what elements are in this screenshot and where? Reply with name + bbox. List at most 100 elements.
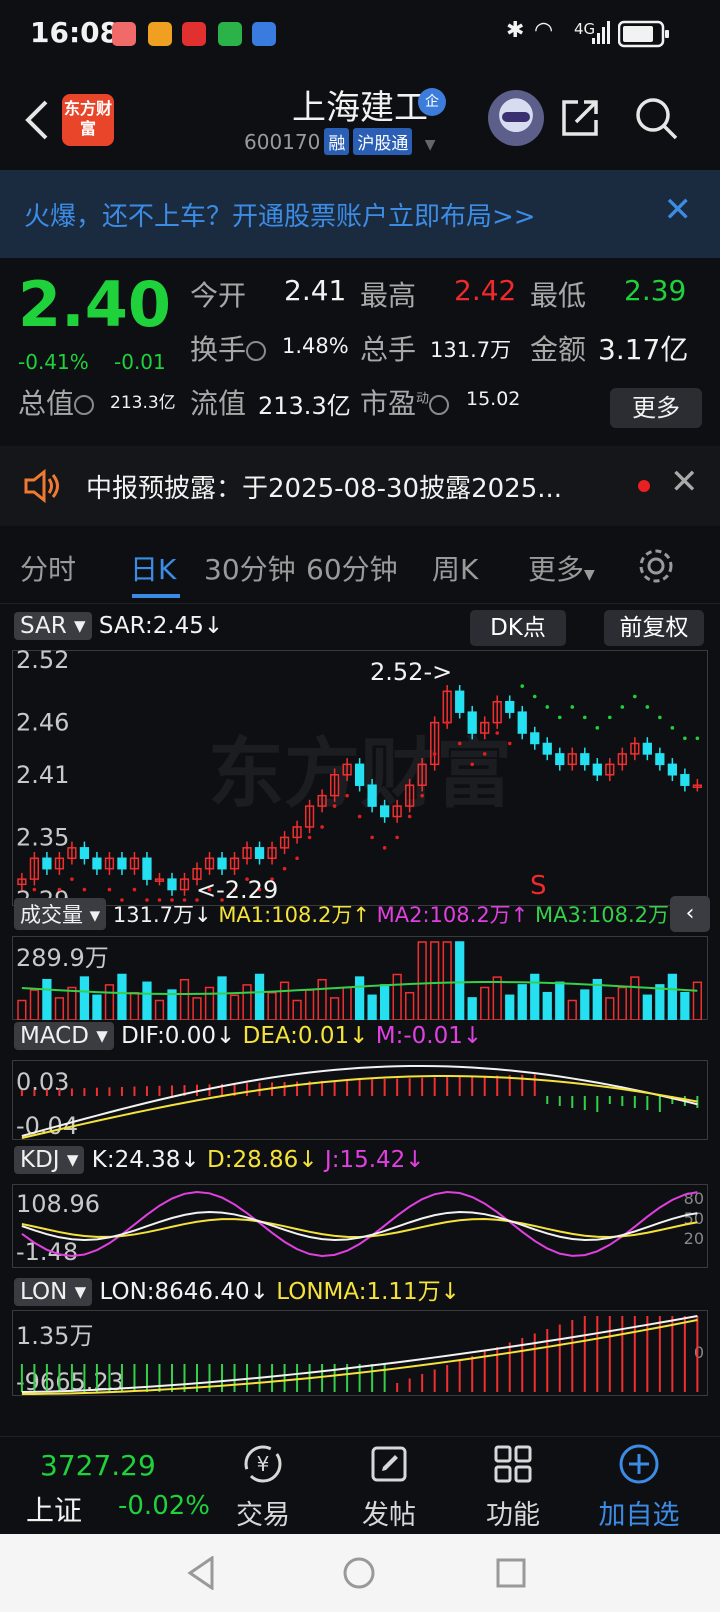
clock: 16:08 <box>30 16 120 49</box>
collapse-button[interactable]: ‹ <box>670 896 710 932</box>
notice-text[interactable]: 中报预披露：于2025-08-30披露2025... <box>86 468 562 505</box>
tab-30min[interactable]: 30分钟 <box>204 548 296 588</box>
volume-bar <box>204 986 215 1020</box>
trade-button[interactable]: ¥ 交易 <box>208 1443 318 1532</box>
lonma-value: LONMA:1.11万↓ <box>276 1279 460 1305</box>
app-notification-icon <box>252 22 276 46</box>
index-change[interactable]: -0.02% <box>118 1491 210 1521</box>
banner-text[interactable]: 火爆，还不上车？开通股票账户立即布局>> <box>24 196 536 233</box>
open-value: 2.41 <box>284 274 347 307</box>
volume-bar <box>405 991 415 1020</box>
volume-bar <box>580 989 590 1020</box>
volume-value: 131.7万 <box>430 338 512 362</box>
candle-body <box>117 857 127 870</box>
system-back-icon[interactable] <box>186 1556 216 1590</box>
volume-bar <box>317 978 327 1020</box>
macd-dif: DIF:0.00↓ <box>121 1023 236 1049</box>
search-icon[interactable] <box>632 94 680 142</box>
dk-point-button[interactable]: DK点 <box>470 610 566 646</box>
volume-bar <box>192 997 202 1020</box>
candlestick-chart[interactable]: 东方财富2.522.462.412.352.292.52-><-2.29 S <box>12 650 708 906</box>
main-indicator-select[interactable]: SAR ▾ <box>14 612 92 640</box>
system-recents-icon[interactable] <box>496 1558 526 1588</box>
volume-bar <box>254 973 265 1020</box>
change-pct: -0.41% <box>18 350 89 374</box>
lon-right-tick: 0 <box>694 1343 704 1362</box>
close-icon[interactable]: ✕ <box>670 462 699 502</box>
volume-value: 131.7万↓ <box>112 903 212 927</box>
volume-bar <box>292 999 302 1020</box>
kline-chart-area[interactable]: SAR ▾ SAR:2.45↓ DK点 前复权 东方财富 2.52 2.46 2.41… <box>0 604 720 1436</box>
sar-dot <box>670 726 675 730</box>
wifi-icon: ◠ <box>534 18 554 43</box>
sar-dot <box>370 835 374 840</box>
kdj-indicator-row: KDJ ▾ K:24.38↓ D:28.86↓ J:15.42↓ <box>14 1146 425 1174</box>
kdj-chart[interactable]: 108.96-1.48805020 <box>12 1184 708 1268</box>
candle-body <box>530 732 540 745</box>
index-value[interactable]: 3727.29 <box>40 1449 156 1482</box>
info-icon[interactable] <box>429 395 450 415</box>
share-icon[interactable] <box>556 94 604 142</box>
macd-dif-line <box>21 1065 698 1137</box>
candle-body <box>455 690 465 713</box>
info-icon[interactable] <box>74 395 95 415</box>
candle-body <box>79 847 90 860</box>
lon-chart[interactable]: 1.35万-9665.230 <box>12 1310 708 1396</box>
y-tick-label: 2.52 <box>16 650 69 674</box>
stock-code-row[interactable]: 600170 融沪股通 ▼ <box>244 128 436 155</box>
lon-indicator-select[interactable]: LON ▾ <box>14 1278 93 1306</box>
tab-weekly-k[interactable]: 周K <box>432 548 478 588</box>
functions-button[interactable]: 功能 <box>458 1443 568 1532</box>
high-label: 最高 <box>360 279 417 312</box>
volume-bar <box>329 997 340 1020</box>
status-bar: 16:08 ✱ ◠ 4G <box>0 0 720 70</box>
volume-bar <box>79 976 90 1020</box>
volume-bar <box>567 999 577 1020</box>
adjust-button[interactable]: 前复权 <box>604 610 704 646</box>
gear-icon[interactable] <box>636 546 676 586</box>
high-annotation: 2.52-> <box>370 658 452 686</box>
more-button[interactable]: 更多 <box>610 388 702 428</box>
index-name[interactable]: 上证 <box>26 1489 82 1529</box>
volume-chart[interactable]: 289.9万 <box>12 936 708 1020</box>
sar-dot <box>695 736 700 741</box>
volume-indicator-select[interactable]: 成交量 ▾ <box>14 898 107 930</box>
macd-indicator-select[interactable]: MACD ▾ <box>14 1022 114 1050</box>
system-home-icon[interactable] <box>342 1556 376 1590</box>
low-label: 最低 <box>530 279 587 312</box>
kdj-y-tick: 108.96 <box>16 1190 100 1218</box>
promo-banner[interactable]: 火爆，还不上车？开通股票账户立即布局>> ✕ <box>0 170 720 258</box>
add-watchlist-button[interactable]: 加自选 <box>584 1443 694 1532</box>
sell-signal: S <box>530 871 547 901</box>
macd-chart[interactable]: 0.03-0.04 <box>12 1060 708 1140</box>
volume-bar <box>455 941 465 1020</box>
candle-body <box>667 763 677 776</box>
volume-bar <box>279 981 290 1020</box>
volume-bar <box>492 976 502 1020</box>
enterprise-badge: 企 <box>418 88 446 116</box>
app-notification-icon <box>182 22 206 46</box>
post-button[interactable]: 发帖 <box>334 1443 444 1532</box>
sar-dot <box>633 694 637 699</box>
sar-dot <box>532 694 537 699</box>
bluetooth-icon: ✱ <box>506 18 525 43</box>
info-icon[interactable] <box>246 341 267 361</box>
tab-daily-k[interactable]: 日K <box>130 548 176 588</box>
tab-60min[interactable]: 60分钟 <box>306 548 398 588</box>
sar-dot <box>345 793 349 798</box>
tab-intraday[interactable]: 分时 <box>20 548 76 588</box>
sar-dot <box>57 887 62 892</box>
assistant-robot-icon[interactable] <box>488 90 544 146</box>
dropdown-icon[interactable]: ▼ <box>425 137 436 153</box>
grid-icon <box>494 1445 532 1483</box>
volume-bar <box>29 989 40 1020</box>
stock-code: 600170 <box>244 130 321 154</box>
system-navigation-bar <box>0 1534 720 1612</box>
volume-bar <box>117 973 127 1020</box>
close-icon[interactable]: ✕ <box>664 190 693 230</box>
notice-bar[interactable]: 中报预披露：于2025-08-30披露2025... ✕ <box>0 446 720 526</box>
sar-dot <box>132 887 137 892</box>
tab-more[interactable]: 更多▼ <box>528 548 595 588</box>
candle-body <box>580 753 590 766</box>
kdj-indicator-select[interactable]: KDJ ▾ <box>14 1146 85 1174</box>
